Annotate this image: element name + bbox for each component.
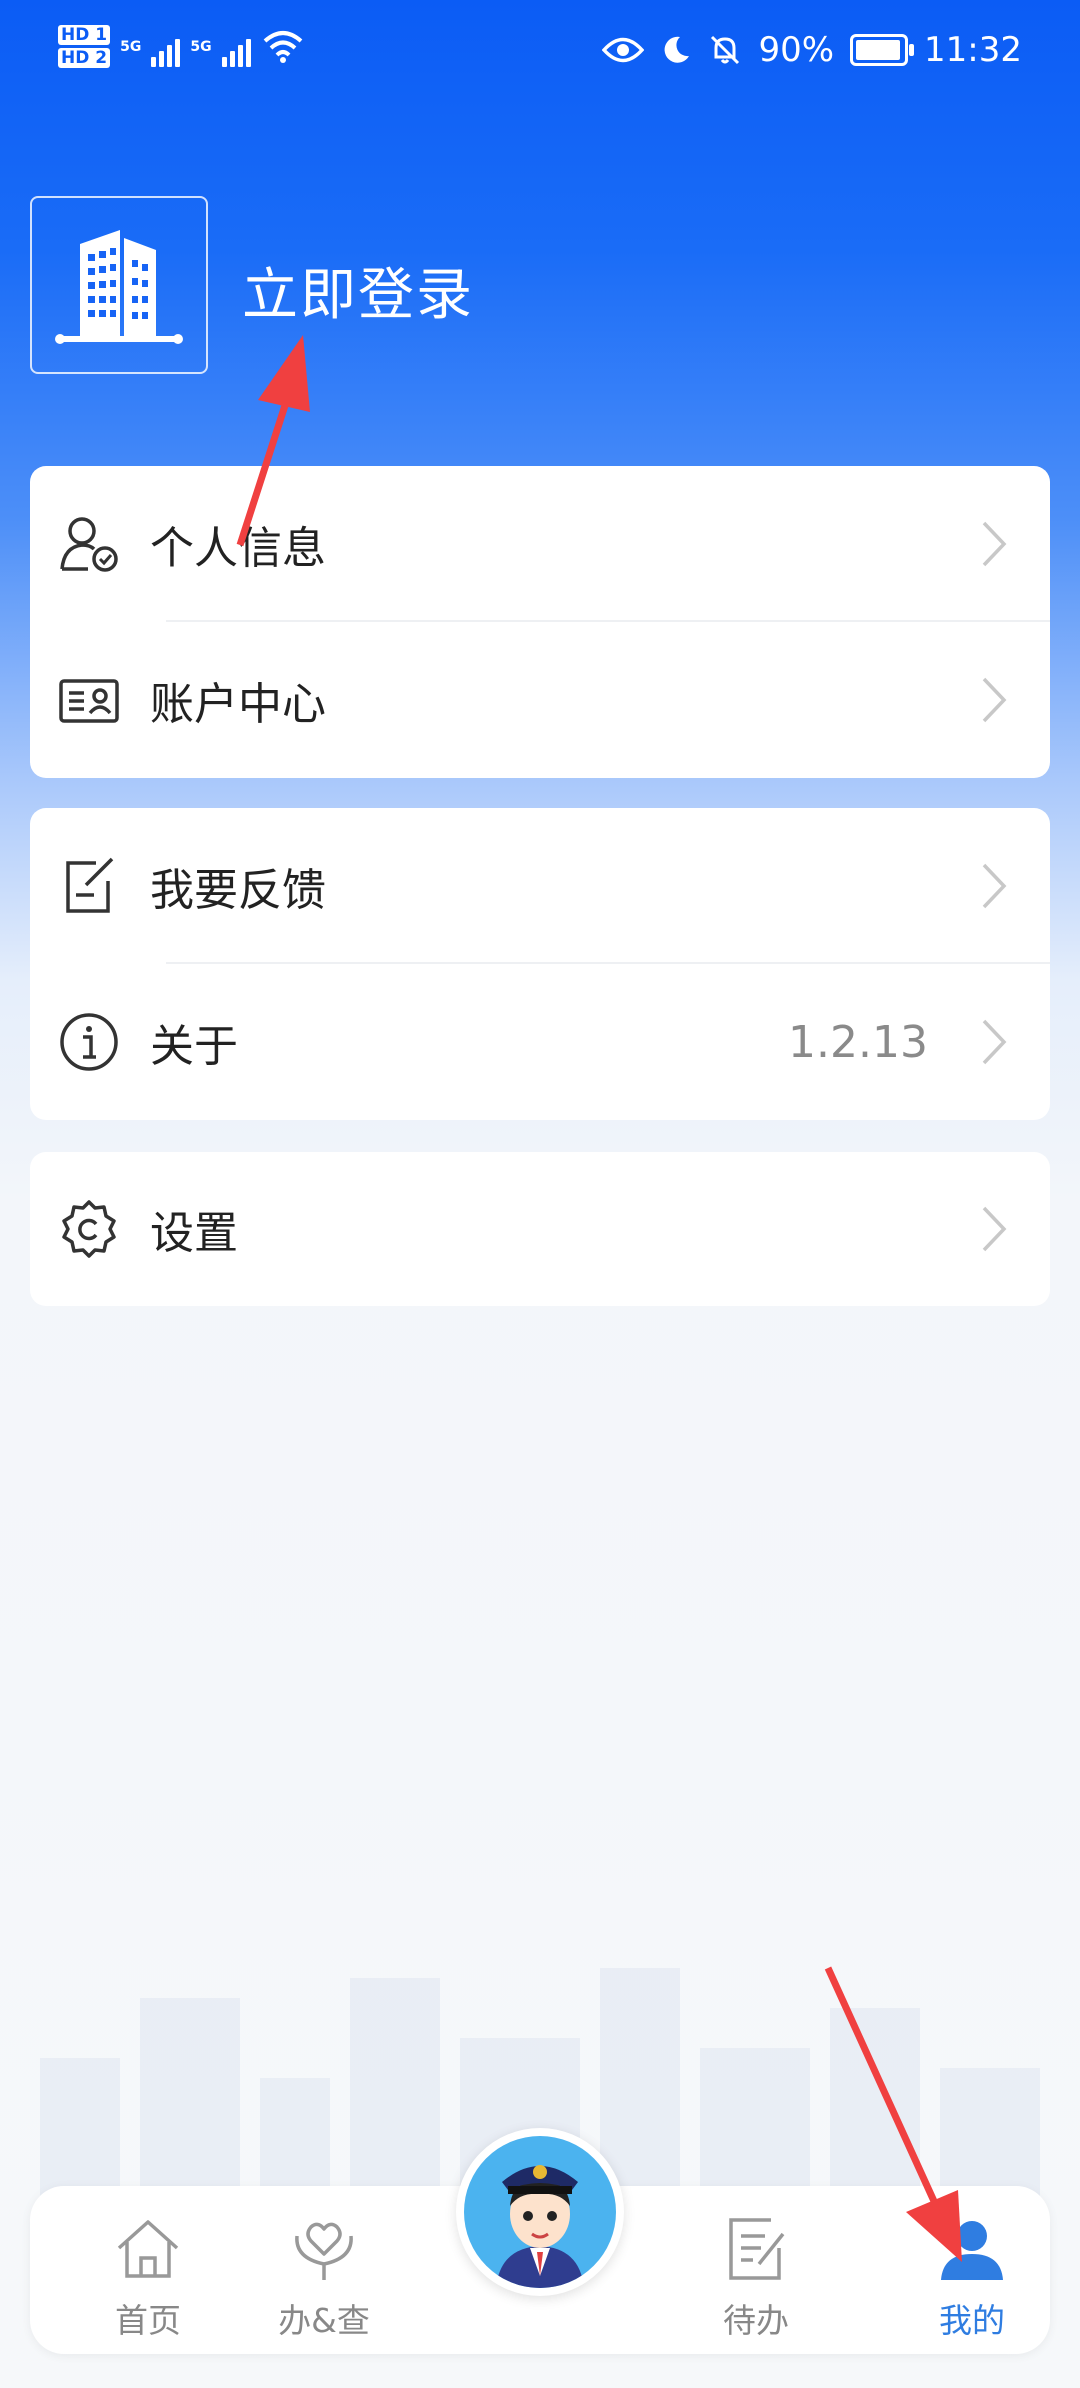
hd1-badge: HD 1 xyxy=(58,25,111,45)
menu-card-account: 个人信息 账户中心 xyxy=(30,466,1050,778)
net1-label: 5G xyxy=(120,38,142,55)
chevron-right-icon xyxy=(982,863,1007,909)
chevron-right-icon xyxy=(982,521,1007,567)
menu-label-account-center: 账户中心 xyxy=(150,679,326,730)
center-mascot-button[interactable] xyxy=(456,2128,624,2296)
mascot-avatar xyxy=(496,2165,584,2288)
building-icon xyxy=(55,230,183,344)
battery-icon xyxy=(850,34,915,66)
nav-mine[interactable]: 我的 xyxy=(892,2186,1052,2354)
nav-label-services: 办&查 xyxy=(278,2301,370,2340)
person-check-icon xyxy=(60,517,118,572)
menu-label-settings: 设置 xyxy=(150,1208,238,1259)
nav-label-mine: 我的 xyxy=(939,2301,1005,2340)
menu-item-personal-info[interactable]: 个人信息 xyxy=(30,466,1050,622)
battery-percent: 90% xyxy=(758,30,835,70)
clock: 11:32 xyxy=(924,30,1022,70)
todo-icon xyxy=(729,2218,785,2280)
wifi-icon xyxy=(263,30,302,63)
menu-card-settings: 设置 xyxy=(30,1152,1050,1306)
menu-item-feedback[interactable]: 我要反馈 xyxy=(30,808,1050,964)
hd2-badge: HD 2 xyxy=(58,48,111,68)
nav-label-home: 首页 xyxy=(115,2301,181,2340)
nav-services[interactable]: 办&查 xyxy=(244,2186,404,2354)
menu-card-support: 我要反馈 关于 1.2.13 xyxy=(30,808,1050,1120)
menu-label-feedback: 我要反馈 xyxy=(150,865,326,916)
net2-label: 5G xyxy=(190,38,212,55)
signal-2-icon xyxy=(221,27,251,67)
nav-home[interactable]: 首页 xyxy=(68,2186,228,2354)
chevron-right-icon xyxy=(982,677,1007,723)
home-icon xyxy=(117,2220,179,2278)
menu-item-about[interactable]: 关于 1.2.13 xyxy=(30,964,1050,1120)
app-version: 1.2.13 xyxy=(788,1016,928,1068)
menu-item-account-center[interactable]: 账户中心 xyxy=(30,622,1050,778)
user-icon xyxy=(941,2221,1003,2280)
chevron-right-icon xyxy=(982,1206,1007,1252)
info-icon xyxy=(60,1013,118,1071)
login-button[interactable]: 立即登录 xyxy=(242,250,474,331)
settings-icon xyxy=(62,1200,116,1258)
id-card-icon xyxy=(59,679,119,723)
nav-label-todo: 待办 xyxy=(723,2301,789,2340)
eye-icon xyxy=(602,37,645,63)
menu-item-settings[interactable]: 设置 xyxy=(30,1152,1050,1306)
hd-indicators: HD 1 HD 2 xyxy=(58,22,111,71)
nav-todo[interactable]: 待办 xyxy=(676,2186,836,2354)
bell-off-icon xyxy=(711,35,740,65)
edit-note-icon xyxy=(66,857,114,913)
signal-1-icon xyxy=(151,27,181,67)
heart-hands-icon xyxy=(295,2222,353,2280)
menu-label-personal-info: 个人信息 xyxy=(150,523,326,574)
chevron-right-icon xyxy=(982,1019,1007,1065)
status-bar: HD 1 HD 2 5G 5G 90% 11:32 xyxy=(0,0,1080,105)
moon-icon xyxy=(665,36,690,63)
avatar[interactable] xyxy=(30,196,208,374)
menu-label-about: 关于 xyxy=(150,1021,238,1072)
